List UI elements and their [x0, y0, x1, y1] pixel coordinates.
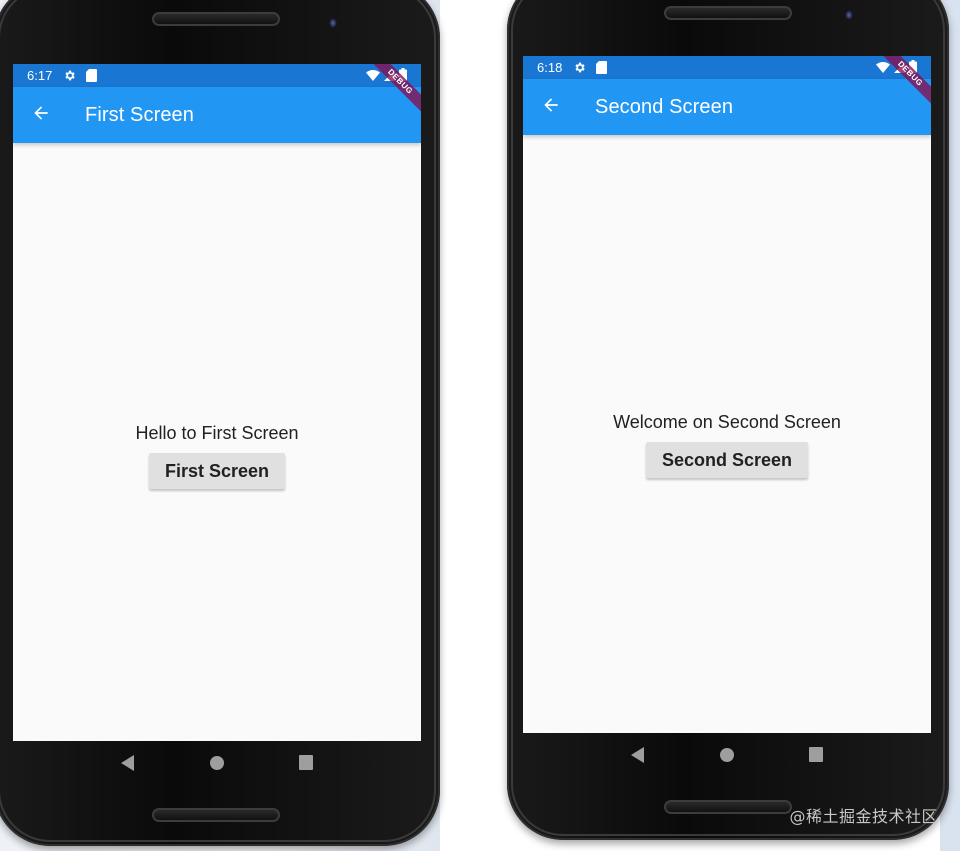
- nav-bar-first: [13, 741, 421, 789]
- circle-home-icon: [719, 747, 734, 767]
- gear-icon: [572, 61, 586, 75]
- app-bar: Second Screen: [523, 79, 931, 135]
- circle-home-icon: [209, 755, 224, 775]
- bottom-speaker: [664, 800, 792, 814]
- welcome-text: Welcome on Second Screen: [613, 412, 841, 432]
- nav-recents-button[interactable]: [286, 745, 326, 785]
- greeting-text: Hello to First Screen: [135, 423, 299, 443]
- first-screen-button[interactable]: First Screen: [148, 453, 286, 489]
- front-camera: [329, 18, 337, 28]
- app-bar: First Screen: [13, 87, 421, 143]
- nav-back-button[interactable]: [108, 745, 148, 785]
- nav-back-button[interactable]: [618, 737, 658, 777]
- app-bar-title: First Screen: [85, 103, 195, 126]
- back-button[interactable]: [523, 79, 579, 135]
- triangle-back-icon: [630, 746, 645, 768]
- square-recents-icon: [809, 747, 824, 767]
- top-speaker: [152, 12, 280, 26]
- status-right-icons: [366, 68, 407, 84]
- battery-icon: [399, 68, 407, 84]
- screen-second: 6:18 Second Screen DEBUG Welcome on Seco…: [523, 56, 931, 733]
- top-speaker: [664, 6, 792, 20]
- sd-card-icon: [84, 69, 98, 83]
- signal-icon: [384, 69, 395, 84]
- status-time: 6:17: [27, 68, 53, 83]
- triangle-back-icon: [120, 754, 135, 776]
- signal-icon: [894, 61, 905, 76]
- screen-body: Hello to First Screen First Screen: [13, 143, 421, 741]
- status-bar: 6:18: [523, 56, 931, 79]
- nav-home-button[interactable]: [197, 745, 237, 785]
- battery-icon: [909, 60, 917, 76]
- bottom-speaker: [152, 808, 280, 822]
- arrow-back-icon: [31, 103, 51, 128]
- square-recents-icon: [299, 755, 314, 775]
- second-screen-button[interactable]: Second Screen: [645, 442, 809, 478]
- wifi-icon: [366, 69, 380, 84]
- watermark: @稀土掘金技术社区: [789, 807, 938, 826]
- wifi-icon: [876, 61, 890, 76]
- sd-card-icon: [594, 61, 608, 75]
- status-time: 6:18: [537, 60, 563, 75]
- stage: 6:17 First Screen DEBUG Hello to First S…: [0, 0, 960, 851]
- nav-recents-button[interactable]: [796, 737, 836, 777]
- app-bar-title: Second Screen: [595, 95, 734, 118]
- status-right-icons: [876, 60, 917, 76]
- arrow-back-icon: [541, 95, 561, 120]
- status-bar: 6:17: [13, 64, 421, 87]
- front-camera: [845, 10, 853, 20]
- screen-first: 6:17 First Screen DEBUG Hello to First S…: [13, 64, 421, 741]
- gear-icon: [62, 69, 76, 83]
- nav-bar-second: [523, 733, 931, 781]
- screen-body: Welcome on Second Screen Second Screen: [523, 135, 931, 733]
- nav-home-button[interactable]: [707, 737, 747, 777]
- back-button[interactable]: [13, 87, 69, 143]
